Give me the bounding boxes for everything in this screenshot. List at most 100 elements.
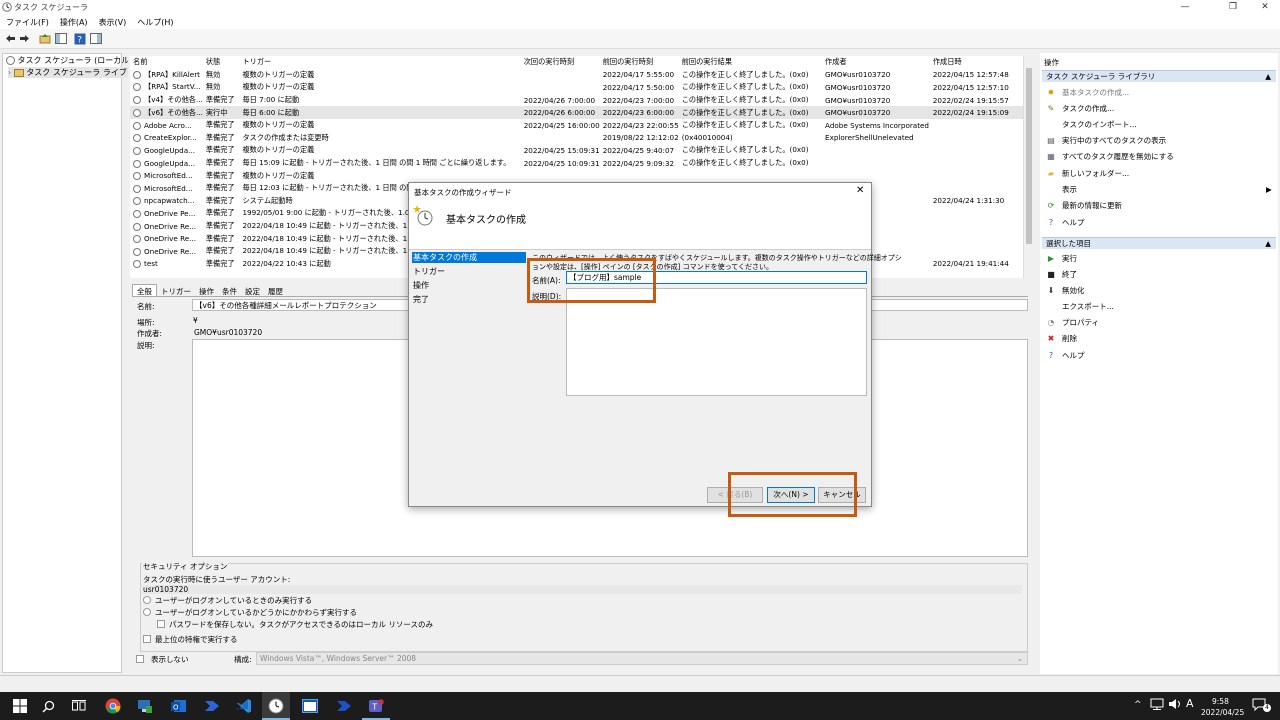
task-clock-icon [133, 70, 141, 79]
selected-action-item[interactable]: ▶ 実行 [1046, 253, 1077, 267]
column-header[interactable]: 前回の実行結果 [679, 56, 822, 69]
action-item[interactable]: ⟳ 最新の情報に更新 [1046, 200, 1122, 214]
vscode-icon[interactable] [235, 697, 253, 715]
table-cell: 複数のトリガーの定義 [242, 82, 315, 92]
table-cell [600, 169, 679, 182]
table-row[interactable]: GoogleUpda... 準備完了 毎日 15:09 に起動 - トリガーされた後… [130, 157, 1023, 170]
window-app-icon[interactable] [301, 697, 319, 715]
action-item[interactable]: ▦ すべてのタスク履歴を無効にする [1046, 151, 1174, 165]
minimize-button[interactable]: — [1170, 0, 1200, 15]
config-select[interactable]: Windows Vista™, Windows Server™ 2008 ⌄ [256, 652, 1028, 665]
hidden-checkbox[interactable] [136, 655, 144, 663]
selected-action-item[interactable]: ■ 終了 [1046, 269, 1077, 283]
wizard-step-action[interactable]: 操作 [412, 280, 526, 291]
table-row[interactable]: 【RPA】StartV... 無効 複数のトリガーの定義 2022/04/17 5:5… [130, 81, 1023, 94]
table-row[interactable]: Adobe Acro... 準備完了 複数のトリガーの定義 2022/04/25 16… [130, 119, 1023, 132]
table-cell: この操作を正しく終了しました。(0x0) [681, 145, 809, 155]
disable-icon: ⬇ [1047, 286, 1055, 295]
action-item[interactable]: 表示 ▶ [1046, 184, 1272, 198]
task-list-scrollbar[interactable] [1023, 56, 1033, 278]
close-button[interactable]: ✕ [1250, 0, 1280, 15]
table-cell: この操作を正しく終了しました。(0x0) [678, 106, 823, 119]
column-header[interactable]: 前回の実行時刻 [600, 56, 679, 69]
show-hidden-icons-icon[interactable]: ^ [1134, 700, 1142, 710]
clock-time[interactable]: 9:58 [1212, 697, 1229, 706]
tree-item-library[interactable]: › タスク スケジューラ ライブラリ [8, 67, 147, 78]
tree-item-local[interactable]: タスク スケジューラ (ローカル) [6, 55, 132, 66]
chrome-icon[interactable] [104, 697, 122, 715]
scrollbar-thumb[interactable] [1026, 68, 1032, 244]
forward-arrow-icon[interactable] [18, 32, 31, 45]
ime-indicator[interactable]: A [1186, 697, 1194, 710]
table-cell: 2022/04/25 10:09:31 [523, 158, 600, 168]
selected-action-item[interactable]: ✖ 削除 [1046, 333, 1077, 347]
do-not-store-password-checkbox[interactable] [157, 620, 165, 628]
table-row[interactable]: MicrosoftEd... 準備完了 複数のトリガーの定義 [130, 169, 1023, 182]
radio-whether-logged-on[interactable] [143, 608, 151, 616]
task-view-icon[interactable] [70, 697, 88, 715]
action-item[interactable]: ▰ 新しいフォルダー... [1046, 168, 1129, 182]
table-cell: GMO¥usr0103720 [825, 70, 891, 80]
network-icon[interactable] [1150, 698, 1164, 712]
wizard-close-icon[interactable]: ✕ [856, 185, 864, 196]
column-header[interactable]: トリガー [239, 56, 520, 69]
selected-action-item[interactable]: ⬇ 無効化 [1046, 285, 1085, 299]
task-name-cell: GoogleUpda... [130, 144, 203, 157]
clock-date[interactable]: 2022/04/25 [1201, 708, 1244, 717]
task-table-header: 名前 状態 トリガー 次回の実行時刻 前回の実行時刻 前回の実行結果 作成者 作成日時 [130, 56, 1023, 69]
selected-action-item[interactable]: ◔ プロパティ [1046, 317, 1100, 331]
menu-help[interactable]: ヘルプ(H) [131, 15, 178, 28]
actions-section-selected[interactable]: 選択した項目 ▲ [1042, 237, 1276, 249]
action-item[interactable]: タスクのインポート... [1046, 119, 1137, 133]
power-automate-desktop-icon[interactable] [335, 697, 353, 715]
delete-icon: ✖ [1047, 334, 1055, 343]
menu-file[interactable]: ファイル(F) [0, 15, 54, 28]
action-item[interactable]: ? ヘルプ [1046, 217, 1085, 231]
wizard-step-finish[interactable]: 完了 [412, 294, 526, 305]
back-arrow-icon[interactable] [4, 32, 17, 45]
action-item[interactable]: ✎ タスクの作成... [1046, 103, 1115, 117]
help-icon[interactable]: ? [73, 32, 86, 45]
column-header[interactable]: 状態 [203, 56, 240, 69]
action-item-label: タスクのインポート... [1062, 120, 1137, 129]
task-name-cell: GoogleUpda... [130, 157, 203, 170]
radio-logon-only[interactable] [143, 596, 151, 604]
table-row[interactable]: 【v6】その他各... 実行中 毎日 6:00 に起動 2022/04/26 6:00… [130, 106, 1023, 119]
action-item[interactable]: ▤ 実行中のすべてのタスクの表示 [1046, 135, 1166, 149]
actions-section-library[interactable]: タスク スケジューラ ライブラリ ▲ [1042, 70, 1276, 82]
table-cell: 複数のトリガーの定義 [242, 170, 315, 180]
menu-action[interactable]: 操作(A) [54, 15, 93, 28]
search-icon[interactable] [39, 697, 57, 715]
selected-action-item[interactable]: エクスポート... [1046, 301, 1114, 315]
task-name-cell: OneDrive Pe... [130, 207, 203, 220]
highest-privileges-checkbox[interactable] [143, 635, 151, 643]
show-hide-console-tree-icon[interactable] [54, 32, 67, 45]
column-header[interactable]: 作成日時 [930, 56, 1023, 69]
table-row[interactable]: GoogleUpda... 準備完了 複数のトリガーの定義 2022/04/25 15… [130, 144, 1023, 157]
power-automate-icon[interactable] [203, 697, 221, 715]
table-row[interactable]: 【v4】その他各... 準備完了 毎日 7:00 に起動 2022/04/26 7:0… [130, 94, 1023, 107]
action-item[interactable]: ✹ 基本タスクの作成... [1046, 87, 1130, 101]
table-row[interactable]: 【RPA】KillAlert 無効 複数のトリガーの定義 2022/04/17 5:5… [130, 69, 1023, 82]
selected-action-item[interactable]: ? ヘルプ [1046, 350, 1085, 364]
menu-view[interactable]: 表示(V) [93, 15, 132, 28]
show-hide-action-pane-icon[interactable] [89, 32, 102, 45]
up-folder-icon[interactable] [38, 32, 51, 45]
column-header[interactable]: 次回の実行時刻 [521, 56, 600, 69]
windows-start-icon[interactable] [11, 697, 29, 715]
table-row[interactable]: CreateExplor... 準備完了 タスクの作成または変更時 2019/08/2… [130, 132, 1023, 145]
task-clock-icon [133, 121, 141, 130]
outlook-icon[interactable]: O [170, 697, 188, 715]
wizard-step-create[interactable]: 基本タスクの作成 [412, 252, 526, 263]
wizard-step-trigger[interactable]: トリガー [412, 266, 526, 277]
maximize-button[interactable]: ❐ [1218, 0, 1248, 15]
table-cell [679, 169, 822, 182]
volume-icon[interactable] [1168, 698, 1182, 712]
network-tool-icon[interactable] [136, 697, 154, 715]
column-header[interactable]: 名前 [130, 56, 203, 69]
column-header[interactable]: 作成者 [822, 56, 930, 69]
teams-icon[interactable]: T [367, 697, 385, 715]
wizard-description-input[interactable] [566, 288, 867, 396]
task-scheduler-taskbar-icon[interactable] [267, 697, 285, 715]
table-cell: 2022/04/26 6:00:00 [520, 106, 600, 119]
